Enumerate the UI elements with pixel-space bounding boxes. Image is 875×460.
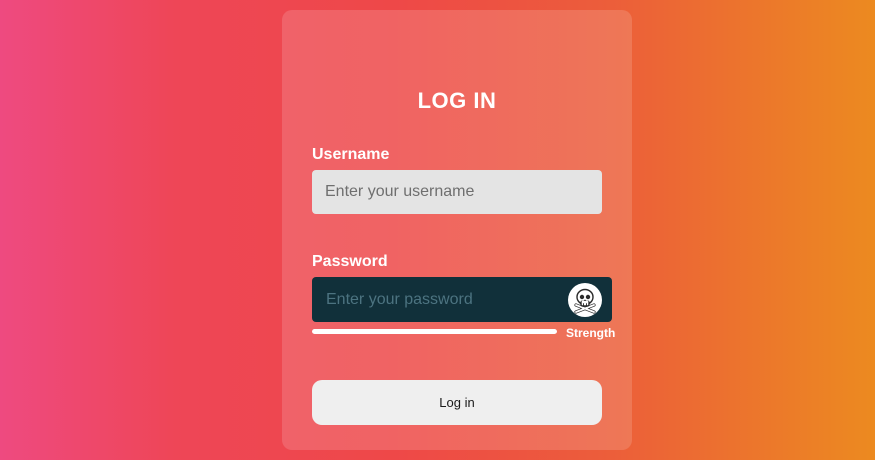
password-strength-bar: [312, 329, 557, 334]
password-strength-label: Strength: [566, 326, 616, 340]
skull-crossbones-icon: [574, 288, 596, 314]
username-label: Username: [312, 146, 390, 163]
login-button[interactable]: Log in: [312, 380, 602, 425]
password-strength-fill: [312, 329, 557, 334]
page-title: LOG IN: [417, 88, 497, 113]
login-card: LOG IN Username Password: [282, 10, 632, 450]
username-input[interactable]: [312, 170, 602, 214]
password-input[interactable]: [312, 277, 562, 322]
password-visibility-toggle[interactable]: [568, 283, 602, 317]
password-field-wrapper: [312, 277, 612, 322]
password-label: Password: [312, 253, 388, 270]
